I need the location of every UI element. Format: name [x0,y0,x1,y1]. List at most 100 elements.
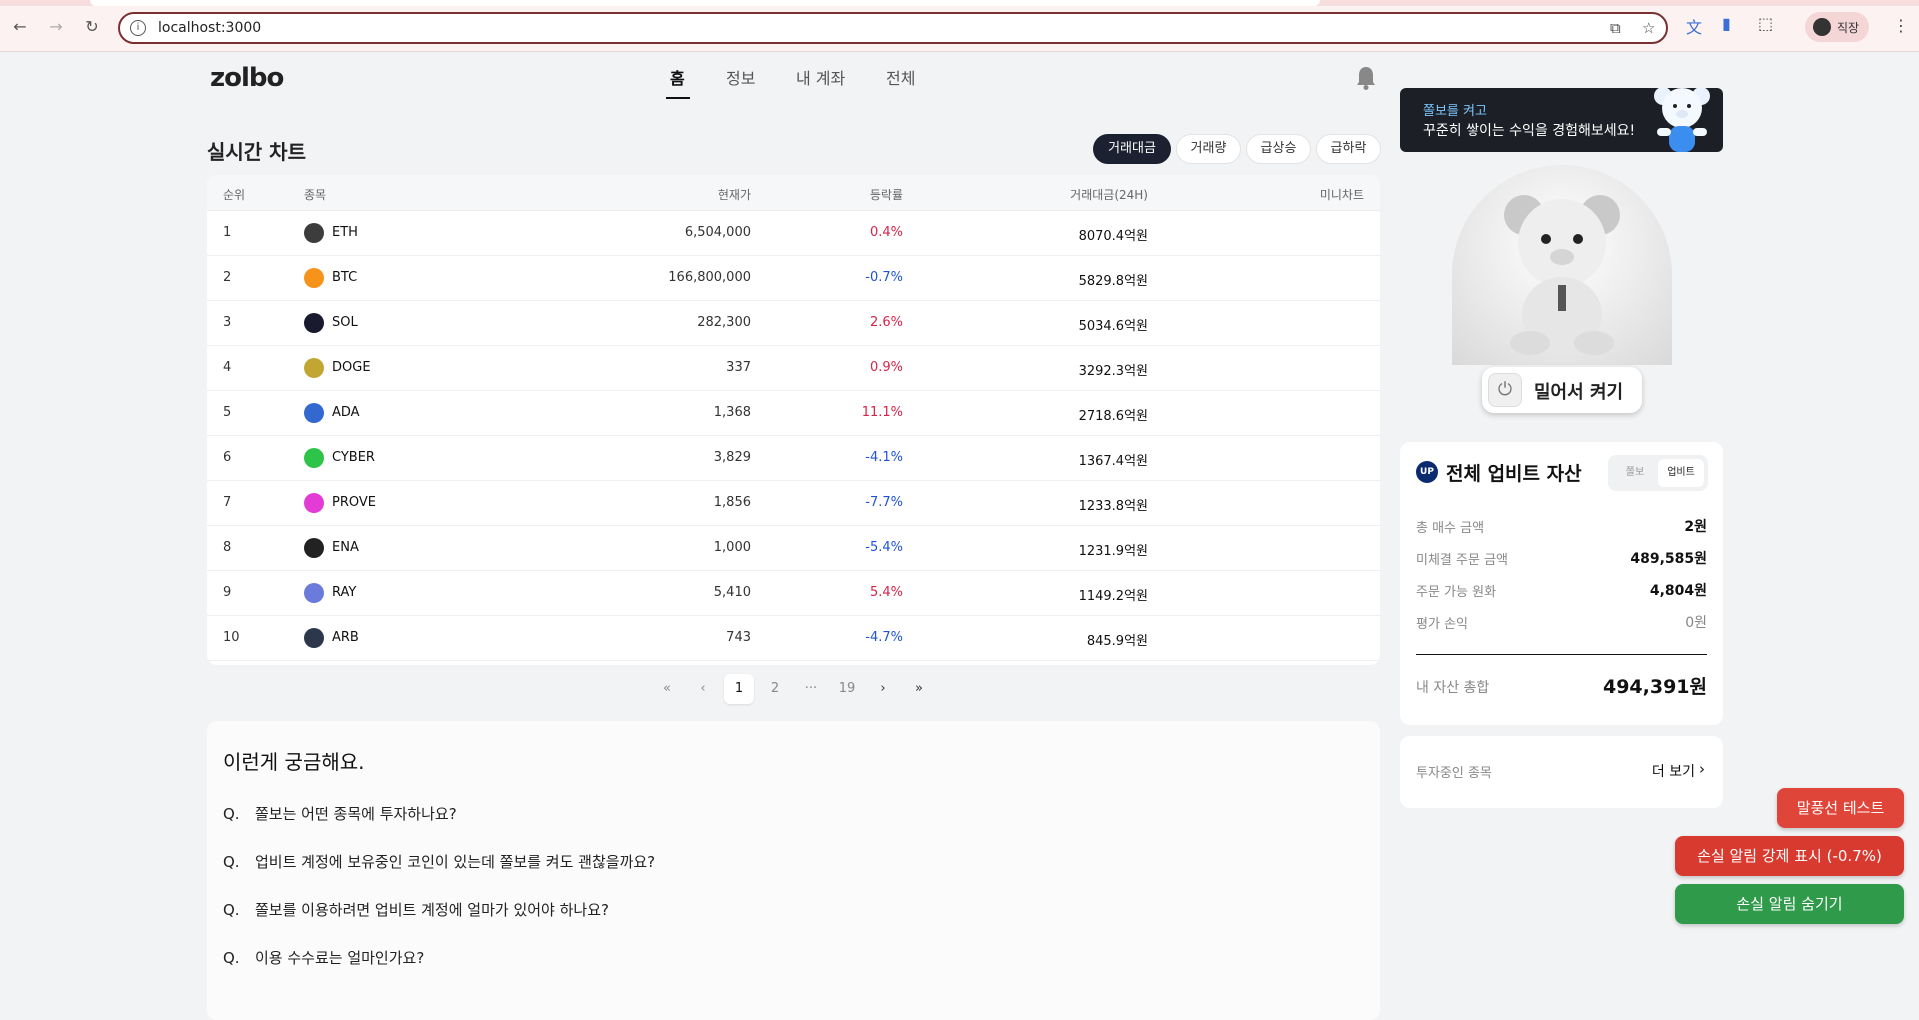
tab-zolbo[interactable]: 쫄보 [1612,459,1658,487]
row-price: 5,410 [713,585,751,600]
faq-item[interactable]: Q. 이용 수수료는 얼마인가요? [223,947,424,968]
extension-icon[interactable]: ▮ [1722,14,1731,33]
forward-icon[interactable]: → [46,17,66,37]
see-more-link[interactable]: 더 보기 [1652,761,1695,781]
row-symbol: ADA [332,405,360,420]
arb-icon [304,628,324,648]
faq-section: 이런게 궁금해요. Q. 쫄보는 어떤 종목에 투자하나요? Q. 업비트 계정에 … [207,721,1380,1020]
puzzle-icon[interactable]: ⬚ [1758,14,1773,33]
row-trade-amount: 5034.6억원 [1078,319,1148,334]
page-first-button[interactable]: « [652,674,682,704]
promo-banner[interactable]: 쫄보를 켜고 꾸준히 쌓이는 수익을 경험해보세요! [1400,88,1723,152]
row-trade-amount: 1233.8억원 [1078,499,1148,514]
holdings-card[interactable]: 투자중인 종목 더 보기 › [1400,736,1723,808]
filter-surge[interactable]: 급상승 [1246,134,1311,164]
table-row[interactable]: 2 BTC 166,800,000 -0.7% 5829.8억원 [207,256,1380,301]
asset-divider [1416,654,1707,655]
url-text[interactable]: localhost:3000 [158,20,261,36]
tab-upbit[interactable]: 업비트 [1658,459,1704,487]
back-icon[interactable]: ← [10,17,30,37]
bookmark-star-icon[interactable]: ☆ [1642,19,1655,37]
bubble-test-button[interactable]: 말풍선 테스트 [1777,788,1904,828]
row-change: 0.4% [869,225,903,240]
faq-item[interactable]: Q. 쫄보를 이용하려면 업비트 계정에 얼마가 있어야 하나요? [223,899,609,920]
row-change: -5.4% [865,540,903,555]
faq-q-prefix: Q. [223,853,240,871]
logo[interactable]: zolbo [210,63,284,93]
asset-value: 0원 [1685,615,1707,631]
eth-icon [304,223,324,243]
power-label: 밀어서 켜기 [1534,382,1624,403]
reload-icon[interactable]: ↻ [82,17,102,37]
col-rank: 순위 [223,188,246,202]
row-trade-amount: 1231.9억원 [1078,544,1148,559]
row-change: 2.6% [869,315,903,330]
row-trade-amount: 845.9억원 [1086,634,1148,649]
prove-icon [304,493,324,513]
page-2-button[interactable]: 2 [760,674,790,704]
faq-item[interactable]: Q. 업비트 계정에 보유중인 코인이 있는데 쫄보를 켜도 괜찮을까요? [223,851,655,872]
table-row[interactable]: 4 DOGE 337 0.9% 3292.3억원 [207,346,1380,391]
table-row[interactable]: 7 PROVE 1,856 -7.7% 1233.8억원 [207,481,1380,526]
nav-all[interactable]: 전체 [886,65,915,89]
active-tab[interactable] [90,0,1320,6]
table-row[interactable]: 3 SOL 282,300 2.6% 5034.6억원 [207,301,1380,346]
profile-chip[interactable]: 직장 [1805,12,1869,42]
nav-my-account[interactable]: 내 계좌 [796,65,845,89]
install-app-icon[interactable]: ⧉ [1610,19,1621,37]
filter-volume[interactable]: 거래량 [1176,134,1241,164]
asset-total-value: 494,391원 [1602,676,1707,698]
ray-icon [304,583,324,603]
asset-title: 전체 업비트 자산 [1446,463,1582,485]
page-1-button[interactable]: 1 [724,674,754,704]
row-price: 1,368 [713,405,751,420]
menu-dots-icon[interactable]: ⋮ [1893,16,1909,35]
sol-icon [304,313,324,333]
hide-loss-alert-button[interactable]: 손실 알림 숨기기 [1675,884,1904,924]
table-row[interactable]: 8 ENA 1,000 -5.4% 1231.9억원 [207,526,1380,571]
row-change: -0.7% [865,270,903,285]
row-price: 6,504,000 [684,225,751,240]
row-trade-amount: 8070.4억원 [1078,229,1148,244]
page-next-button[interactable]: › [868,674,898,704]
row-symbol: ARB [332,630,359,645]
table-row[interactable]: 9 RAY 5,410 5.4% 1149.2억원 [207,571,1380,616]
page-last-button[interactable]: » [904,674,934,704]
page-prev-button[interactable]: ‹ [688,674,718,704]
row-symbol: DOGE [332,360,371,375]
chevron-right-icon[interactable]: › [1699,760,1705,778]
bell-icon[interactable] [1355,65,1377,91]
row-trade-amount: 3292.3억원 [1078,364,1148,379]
row-rank: 6 [223,450,232,465]
table-row[interactable]: 5 ADA 1,368 11.1% 2718.6억원 [207,391,1380,436]
table-row[interactable]: 10 ARB 743 -4.7% 845.9억원 [207,616,1380,661]
slide-to-power-button[interactable]: ⏻ 밀어서 켜기 [1482,367,1642,413]
row-symbol: CYBER [332,450,375,465]
row-change: -7.7% [865,495,903,510]
faq-q-prefix: Q. [223,949,240,967]
asset-label: 총 매수 금액 [1416,521,1485,536]
asset-label: 평가 손익 [1416,617,1468,632]
site-info-icon[interactable]: i [130,20,146,36]
page-19-button[interactable]: 19 [832,674,862,704]
translate-icon[interactable]: 文 [1686,14,1702,38]
faq-question: 업비트 계정에 보유중인 코인이 있는데 쫄보를 켜도 괜찮을까요? [255,853,656,871]
row-rank: 3 [223,315,232,330]
address-bar[interactable]: i localhost:3000 ⧉ ☆ [118,12,1668,44]
profile-name: 직장 [1837,21,1860,35]
filter-plunge[interactable]: 급하락 [1316,134,1381,164]
asset-source-toggle: 쫄보 업비트 [1608,455,1708,491]
filter-trade-amount[interactable]: 거래대금 [1093,134,1171,164]
table-row[interactable]: 6 CYBER 3,829 -4.1% 1367.4억원 [207,436,1380,481]
browser-toolbar: ← → ↻ i localhost:3000 ⧉ ☆ 文 ▮ ⬚ 직장 ⋮ [0,0,1919,52]
table-row[interactable]: 1 ETH 6,504,000 0.4% 8070.4억원 [207,211,1380,256]
row-symbol: BTC [332,270,358,285]
force-loss-alert-button[interactable]: 손실 알림 강제 표시 (-0.7%) [1675,836,1904,876]
nav-info[interactable]: 정보 [726,65,755,89]
row-rank: 7 [223,495,232,510]
nav-home[interactable]: 홈 [670,65,685,89]
row-symbol: SOL [332,315,358,330]
power-icon[interactable]: ⏻ [1488,373,1522,407]
faq-item[interactable]: Q. 쫄보는 어떤 종목에 투자하나요? [223,803,457,824]
col-symbol: 종목 [304,188,327,202]
